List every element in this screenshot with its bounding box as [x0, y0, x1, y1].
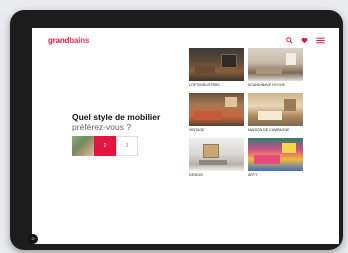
logo-text-bains: bains [69, 36, 90, 45]
question-subtitle: préférez-vous ? [72, 122, 132, 132]
step-navigator: 2 3 [72, 136, 138, 156]
cookie-settings-button[interactable]: ⊙ [28, 234, 38, 244]
tablet-screen: grandbains Quel style de mobilier préfér… [32, 28, 339, 244]
current-step[interactable]: 2 [94, 136, 116, 156]
style-label: VINTAGE [189, 128, 205, 132]
style-label: ARTY [248, 173, 258, 177]
style-image-loft [189, 48, 244, 81]
previous-step-thumbnail[interactable] [72, 136, 94, 156]
style-option-arty[interactable]: ARTY [248, 138, 303, 180]
style-label: DESIGN [189, 173, 203, 177]
style-option-design[interactable]: DESIGN [189, 138, 244, 180]
style-label: MAISON DE CAMPAGNE [248, 128, 290, 132]
style-option-maison-de-campagne[interactable]: MAISON DE CAMPAGNE [248, 93, 303, 135]
menu-icon[interactable] [316, 37, 325, 44]
style-label: SCANDINAVE HYGGE [248, 83, 286, 87]
style-image-arty [248, 138, 303, 171]
style-label: LOFT/INDUSTRIEL [189, 83, 221, 87]
header-icons [286, 37, 325, 44]
style-image-design [189, 138, 244, 171]
question-title: Quel style de mobilier [72, 112, 161, 122]
style-options-grid: LOFT/INDUSTRIEL SCANDINAVE HYGGE VINTAGE [189, 48, 303, 180]
style-option-scandinave-hygge[interactable]: SCANDINAVE HYGGE [248, 48, 303, 90]
cookie-icon: ⊙ [31, 236, 35, 241]
style-image-vintage [189, 93, 244, 126]
brand-logo[interactable]: grandbains [48, 36, 89, 45]
tablet-frame: grandbains Quel style de mobilier préfér… [10, 10, 343, 250]
style-image-campagne [248, 93, 303, 126]
heart-icon[interactable] [301, 37, 308, 44]
style-option-vintage[interactable]: VINTAGE [189, 93, 244, 135]
style-image-scandinave [248, 48, 303, 81]
logo-text-grand: grand [48, 36, 70, 45]
style-option-loft-industriel[interactable]: LOFT/INDUSTRIEL [189, 48, 244, 90]
next-step[interactable]: 3 [116, 136, 138, 156]
search-icon[interactable] [286, 37, 293, 44]
